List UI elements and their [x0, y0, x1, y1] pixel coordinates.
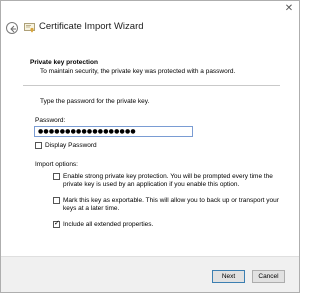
password-prompt: Type the password for the private key. — [40, 98, 150, 105]
page-description: To maintain security, the private key wa… — [40, 68, 236, 75]
cancel-button[interactable]: Cancel — [252, 270, 285, 283]
wizard-window: ✕ Certificate Import Wizard Private key … — [0, 0, 300, 293]
import-options-label: Import options: — [35, 161, 78, 168]
exportable-label-line1[interactable]: Mark this key as exportable. This will a… — [63, 197, 279, 204]
strong-protection-label-line2[interactable]: private key is used by an application if… — [63, 181, 239, 188]
page-header: Private key protection To maintain secur… — [23, 49, 280, 86]
strong-protection-label-line1[interactable]: Enable strong private key protection. Yo… — [63, 173, 273, 180]
strong-protection-checkbox[interactable] — [53, 173, 60, 180]
password-field[interactable]: ●●●●●●●●●●●●●●●●●● — [34, 126, 193, 137]
back-button[interactable] — [6, 22, 18, 34]
certificate-icon — [24, 23, 35, 33]
footer-bar: Next Cancel — [1, 256, 299, 292]
back-arrow-icon — [10, 25, 16, 33]
next-button[interactable]: Next — [212, 270, 245, 283]
display-password-label[interactable]: Display Password — [45, 142, 97, 149]
exportable-label-line2[interactable]: keys at a later time. — [63, 205, 119, 212]
display-password-checkbox[interactable] — [35, 142, 42, 149]
close-icon[interactable]: ✕ — [283, 3, 295, 15]
exportable-checkbox[interactable] — [53, 197, 60, 204]
page-title: Private key protection — [30, 59, 98, 66]
extended-properties-label[interactable]: Include all extended properties. — [63, 221, 153, 228]
extended-properties-checkbox[interactable] — [53, 219, 60, 228]
password-label: Password: — [35, 117, 66, 124]
window-title: Certificate Import Wizard — [39, 21, 144, 32]
